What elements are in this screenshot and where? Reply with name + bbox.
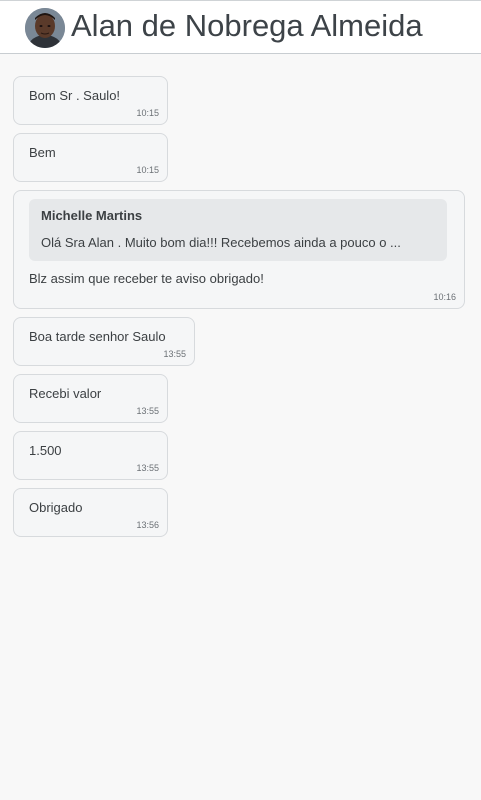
message-text: Bem	[29, 145, 56, 160]
message-text: Recebi valor	[29, 386, 102, 401]
message-bubble[interactable]: 1.500 13:55	[13, 431, 168, 480]
message-bubble-reply[interactable]: Michelle Martins Olá Sra Alan . Muito bo…	[13, 190, 465, 309]
message-bubble[interactable]: Obrigado 13:56	[13, 488, 168, 537]
message-time: 13:55	[136, 463, 159, 473]
message-time: 10:15	[136, 165, 159, 175]
message-text: Obrigado	[29, 500, 83, 515]
message-time: 13:56	[136, 520, 159, 530]
message-text: Boa tarde senhor Saulo	[29, 329, 166, 344]
message-list[interactable]: Bom Sr . Saulo! 10:15 Bem 10:15 Michelle…	[0, 54, 481, 800]
message-time: 10:15	[136, 108, 159, 118]
contact-avatar[interactable]	[25, 8, 65, 48]
message-bubble[interactable]: Bem 10:15	[13, 133, 168, 182]
quoted-author: Michelle Martins	[41, 208, 143, 223]
message-text: Blz assim que receber te aviso obrigado!	[29, 271, 264, 286]
message-bubble[interactable]: Boa tarde senhor Saulo 13:55	[13, 317, 195, 366]
chat-screen: Alan de Nobrega Almeida Bom Sr . Saulo! …	[0, 0, 481, 800]
message-text: 1.500	[29, 443, 62, 458]
message-time: 13:55	[136, 406, 159, 416]
avatar-photo-icon	[25, 8, 65, 48]
message-text: Bom Sr . Saulo!	[29, 88, 121, 103]
message-time: 13:55	[163, 349, 186, 359]
quoted-message[interactable]: Michelle Martins Olá Sra Alan . Muito bo…	[29, 199, 447, 261]
quoted-text: Olá Sra Alan . Muito bom dia!!! Recebemo…	[41, 235, 401, 250]
message-time: 10:16	[433, 292, 456, 302]
message-bubble[interactable]: Recebi valor 13:55	[13, 374, 168, 423]
contact-name: Alan de Nobrega Almeida	[71, 8, 423, 43]
message-bubble[interactable]: Bom Sr . Saulo! 10:15	[13, 76, 168, 125]
chat-header: Alan de Nobrega Almeida	[0, 1, 481, 54]
